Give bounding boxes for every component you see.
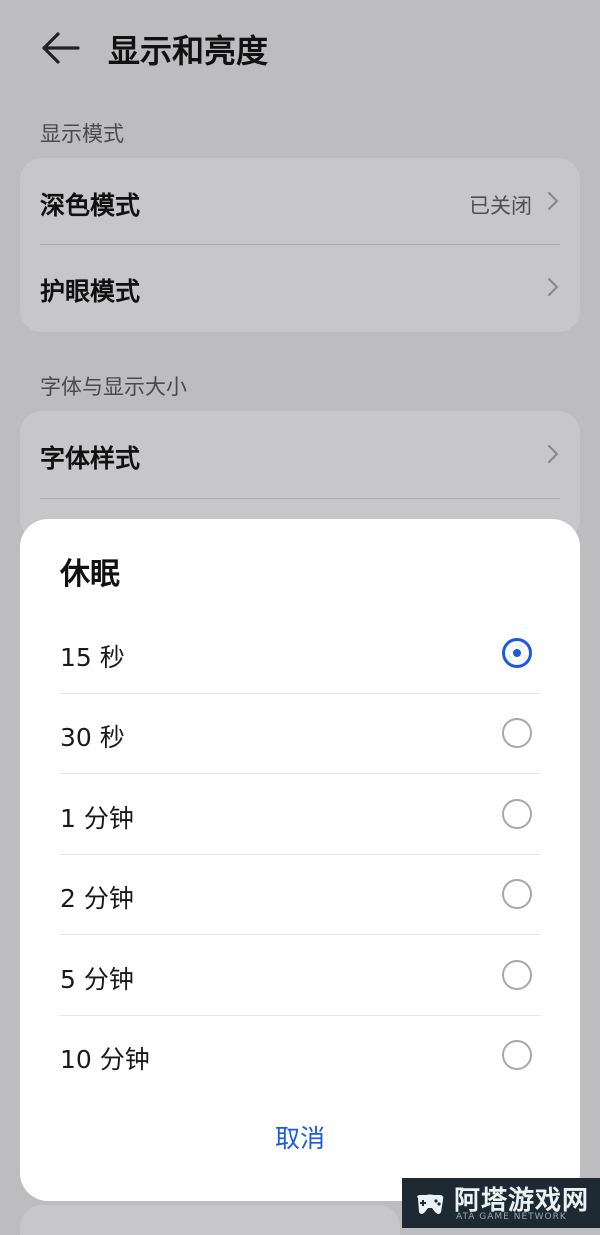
radio-selected-icon[interactable] <box>502 638 532 668</box>
option-label: 1 分钟 <box>60 804 134 833</box>
radio-unselected-icon[interactable] <box>502 799 532 829</box>
font-style-label: 字体样式 <box>40 444 141 473</box>
option-label: 10 分钟 <box>60 1045 150 1074</box>
radio-unselected-icon[interactable] <box>502 718 532 748</box>
sleep-option-1min[interactable]: 1 分钟 <box>60 775 540 855</box>
section-label-display-mode: 显示模式 <box>40 122 124 146</box>
display-mode-card: 深色模式 已关闭 护眼模式 <box>20 158 580 332</box>
section-label-font-size: 字体与显示大小 <box>40 375 187 399</box>
sleep-option-5min[interactable]: 5 分钟 <box>60 936 540 1016</box>
sleep-option-15s[interactable]: 15 秒 <box>60 614 540 694</box>
arrow-left-icon[interactable] <box>38 28 82 68</box>
option-label: 15 秒 <box>60 643 125 672</box>
font-style-row[interactable]: 字体样式 <box>20 411 580 497</box>
watermark-logo: 阿塔游戏网 ATA GAME NETWORK <box>402 1178 600 1228</box>
chevron-right-icon <box>547 191 559 211</box>
background-card-peek <box>20 1205 400 1235</box>
sleep-option-10min[interactable]: 10 分钟 <box>60 1016 540 1096</box>
dark-mode-status: 已关闭 <box>469 194 532 218</box>
radio-unselected-icon[interactable] <box>502 960 532 990</box>
eye-comfort-label: 护眼模式 <box>40 277 141 306</box>
dark-mode-row[interactable]: 深色模式 已关闭 <box>20 158 580 244</box>
gamepad-icon <box>417 1194 444 1214</box>
dark-mode-label: 深色模式 <box>40 191 141 220</box>
eye-comfort-row[interactable]: 护眼模式 <box>20 244 580 330</box>
radio-unselected-icon[interactable] <box>502 879 532 909</box>
option-label: 30 秒 <box>60 723 125 752</box>
option-divider <box>60 773 540 774</box>
top-bar: 显示和亮度 <box>0 0 600 100</box>
watermark-subtext: ATA GAME NETWORK <box>456 1212 567 1222</box>
option-label: 2 分钟 <box>60 884 134 913</box>
option-label: 5 分钟 <box>60 965 134 994</box>
dialog-title: 休眠 <box>60 557 120 592</box>
chevron-right-icon <box>547 277 559 297</box>
cancel-button[interactable]: 取消 <box>20 1119 580 1155</box>
sleep-dialog: 休眠 15 秒 30 秒 1 分钟 2 分钟 5 分钟 10 分钟 取消 <box>20 519 580 1201</box>
row-divider <box>40 498 560 499</box>
radio-unselected-icon[interactable] <box>502 1040 532 1070</box>
chevron-right-icon <box>547 444 559 464</box>
sleep-option-2min[interactable]: 2 分钟 <box>60 855 540 935</box>
page-title: 显示和亮度 <box>108 32 269 70</box>
option-divider <box>60 934 540 935</box>
sleep-option-30s[interactable]: 30 秒 <box>60 694 540 774</box>
